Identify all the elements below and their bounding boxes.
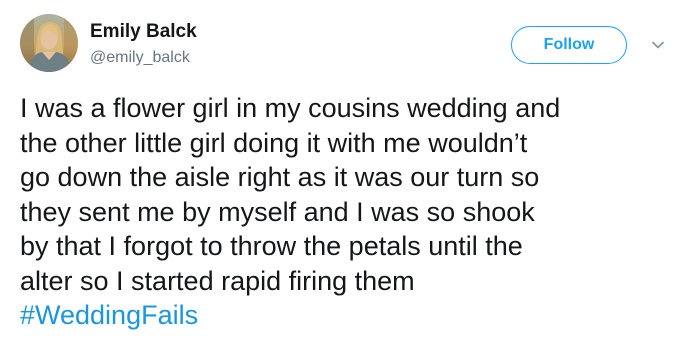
tweet-text-line: go down the aisle right as it was our tu… xyxy=(20,162,540,192)
tweet-text-line: I was a flower girl in my cousins weddin… xyxy=(20,93,561,123)
tweet-text-line: the other little girl doing it with me w… xyxy=(20,127,528,158)
avatar[interactable] xyxy=(20,14,78,72)
tweet-card: Emily Balck @emily_balck Follow I was a … xyxy=(0,0,700,364)
user-info: Emily Balck @emily_balck xyxy=(90,20,197,68)
follow-button[interactable]: Follow xyxy=(511,26,627,64)
display-name[interactable]: Emily Balck xyxy=(90,20,197,44)
chevron-down-icon[interactable] xyxy=(650,37,666,53)
tweet-text: I was a flower girl in my cousins weddin… xyxy=(20,91,690,333)
tweet-text-line: they sent me by myself and I was so shoo… xyxy=(20,196,535,227)
hashtag-link[interactable]: #WeddingFails xyxy=(20,298,690,333)
avatar-image xyxy=(20,14,78,72)
user-handle[interactable]: @emily_balck xyxy=(90,48,197,68)
tweet-text-line: by that I forgot to throw the petals unt… xyxy=(20,231,523,261)
tweet-text-line: alter so I started rapid firing them xyxy=(20,265,415,296)
